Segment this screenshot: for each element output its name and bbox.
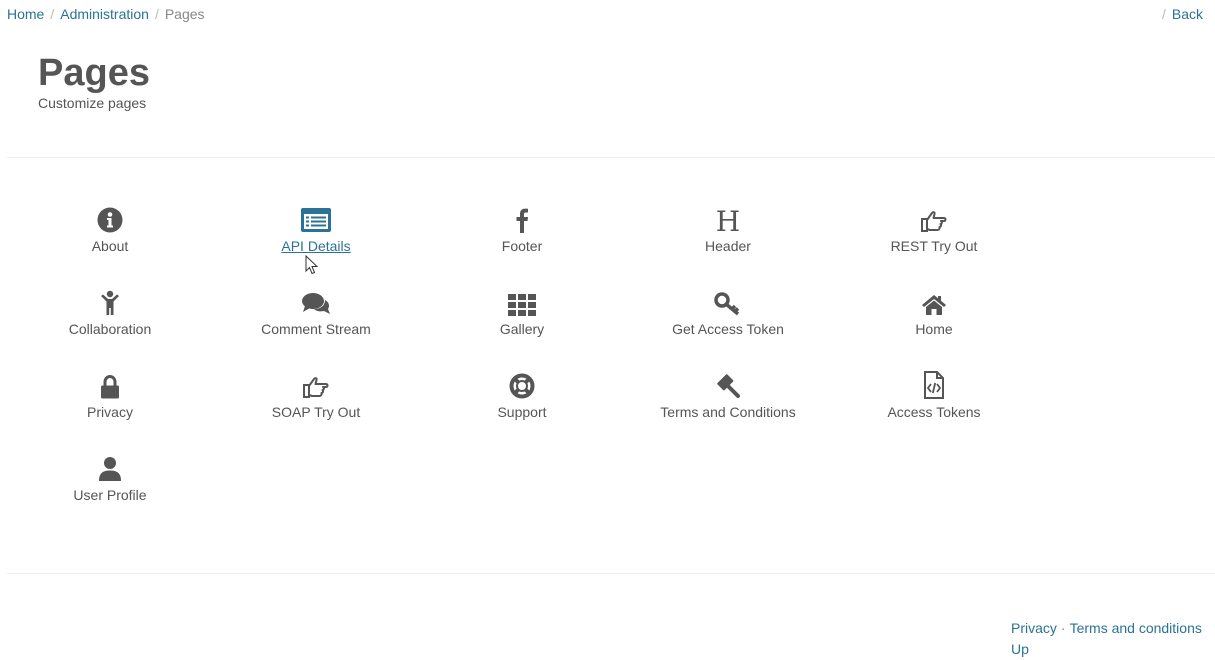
file-code-icon	[831, 363, 1037, 399]
home-icon	[831, 280, 1037, 316]
page-title: Pages	[38, 52, 150, 94]
key-icon	[625, 280, 831, 316]
header-icon: H	[625, 197, 831, 233]
page-item-soap-try-out[interactable]: SOAP Try Out	[213, 363, 419, 420]
page-item-label: API Details	[281, 238, 351, 254]
footer-divider	[7, 573, 1215, 574]
gavel-icon	[625, 363, 831, 399]
breadcrumb-current: Pages	[164, 6, 205, 22]
page-item-header[interactable]: H Header	[625, 197, 831, 254]
footer-terms-link[interactable]: Terms and conditions	[1070, 620, 1202, 636]
child-icon	[7, 280, 213, 316]
back-link[interactable]: Back	[1172, 6, 1203, 22]
page-item-user-profile[interactable]: User Profile	[7, 446, 213, 503]
page-item-label: SOAP Try Out	[271, 404, 361, 420]
page-item-label: User Profile	[73, 487, 147, 503]
page-item-label: Privacy	[87, 404, 133, 420]
footer-privacy-link[interactable]: Privacy	[1011, 620, 1057, 636]
breadcrumb-separator: /	[154, 6, 159, 22]
page-item-label: REST Try Out	[890, 238, 978, 254]
page-item-label: Support	[497, 404, 547, 420]
life-ring-icon	[419, 363, 625, 399]
back-nav: / Back	[1162, 6, 1203, 22]
page-item-api-details[interactable]: API Details	[213, 197, 419, 254]
header-divider	[7, 157, 1215, 158]
page-item-label: Comment Stream	[261, 321, 371, 337]
page-item-label: Gallery	[499, 321, 545, 337]
breadcrumb-separator: /	[50, 6, 55, 22]
page-header: Pages Customize pages	[38, 52, 150, 111]
page-item-rest-try-out[interactable]: REST Try Out	[831, 197, 1037, 254]
page-item-access-tokens[interactable]: Access Tokens	[831, 363, 1037, 420]
svg-text:H: H	[716, 207, 740, 233]
mouse-cursor-icon	[305, 254, 319, 278]
page-item-about[interactable]: About	[7, 197, 213, 254]
page-item-terms-and-conditions[interactable]: Terms and Conditions	[625, 363, 831, 420]
footer-links-row: Privacy · Terms and conditions	[1011, 618, 1202, 639]
page-item-home[interactable]: Home	[831, 280, 1037, 337]
page-item-support[interactable]: Support	[419, 363, 625, 420]
back-separator: /	[1161, 6, 1166, 22]
page-item-privacy[interactable]: Privacy	[7, 363, 213, 420]
facebook-icon	[419, 197, 625, 233]
page-item-comment-stream[interactable]: Comment Stream	[213, 280, 419, 337]
page-item-label: Home	[915, 321, 953, 337]
hand-pointer-icon	[213, 363, 419, 399]
page-item-get-access-token[interactable]: Get Access Token	[625, 280, 831, 337]
info-circle-icon	[7, 197, 213, 233]
footer-links: Privacy · Terms and conditions Up	[1011, 618, 1202, 660]
page-item-label: Terms and Conditions	[660, 404, 796, 420]
page-item-collaboration[interactable]: Collaboration	[7, 280, 213, 337]
comments-icon	[213, 280, 419, 316]
footer-separator: ·	[1060, 620, 1066, 636]
list-alt-icon	[213, 197, 419, 233]
page-item-gallery[interactable]: Gallery	[419, 280, 625, 337]
page-item-label: Collaboration	[68, 321, 152, 337]
page-item-label: Access Tokens	[887, 404, 981, 420]
page-item-label: About	[91, 238, 129, 254]
breadcrumb: Home / Administration / Pages	[7, 6, 205, 22]
user-icon	[7, 446, 213, 482]
page-item-label: Header	[705, 238, 751, 254]
page-item-label: Footer	[501, 238, 543, 254]
page-item-footer[interactable]: Footer	[419, 197, 625, 254]
footer-up-row: Up	[1011, 639, 1202, 660]
lock-icon	[7, 363, 213, 399]
hand-pointer-icon	[831, 197, 1037, 233]
page-item-label: Get Access Token	[672, 321, 784, 337]
page-subtitle: Customize pages	[38, 95, 147, 111]
th-grid-icon	[419, 280, 625, 316]
breadcrumb-administration-link[interactable]: Administration	[60, 6, 149, 22]
breadcrumb-home-link[interactable]: Home	[7, 6, 44, 22]
